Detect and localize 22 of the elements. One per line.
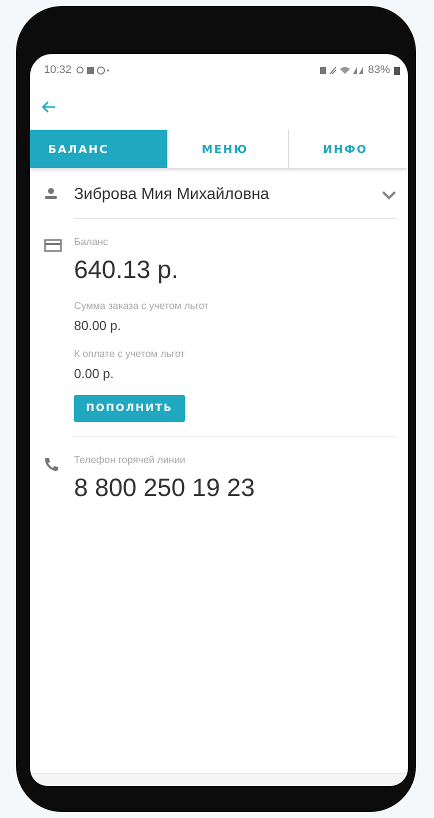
balance-amount: 640.13 р. (74, 256, 180, 285)
hotline-number: 8 800 250 19 23 (74, 474, 255, 503)
top-up-button[interactable]: ПОПОЛНИТЬ (74, 395, 185, 422)
notification-icons (76, 66, 110, 74)
detail-value: 80.00 р. (74, 318, 122, 333)
detail-label: К оплате с учетом льгот (74, 349, 186, 360)
battery-level: 83% (368, 64, 390, 76)
tab[interactable]: ИНФО (288, 130, 408, 168)
detail-label: Сумма заказа с учетом льгот (74, 301, 210, 312)
status-time: 10:32 (44, 64, 72, 76)
back-arrow-icon (42, 101, 56, 113)
detail-value: 0.00 р. (74, 366, 115, 381)
hotline-label: Телефон горячей линии (74, 455, 186, 466)
person-icon (44, 188, 58, 200)
user-selector[interactable]: Зиброва Мия Михайловна (74, 172, 396, 219)
battery-icon (394, 66, 400, 74)
card-icon (44, 239, 62, 252)
signal-icons (320, 66, 364, 74)
tab[interactable]: МЕНЮ (168, 130, 289, 168)
tab[interactable]: БАЛАНС (30, 130, 168, 168)
balance-label: Баланс (74, 237, 110, 248)
phone-icon (44, 457, 59, 472)
